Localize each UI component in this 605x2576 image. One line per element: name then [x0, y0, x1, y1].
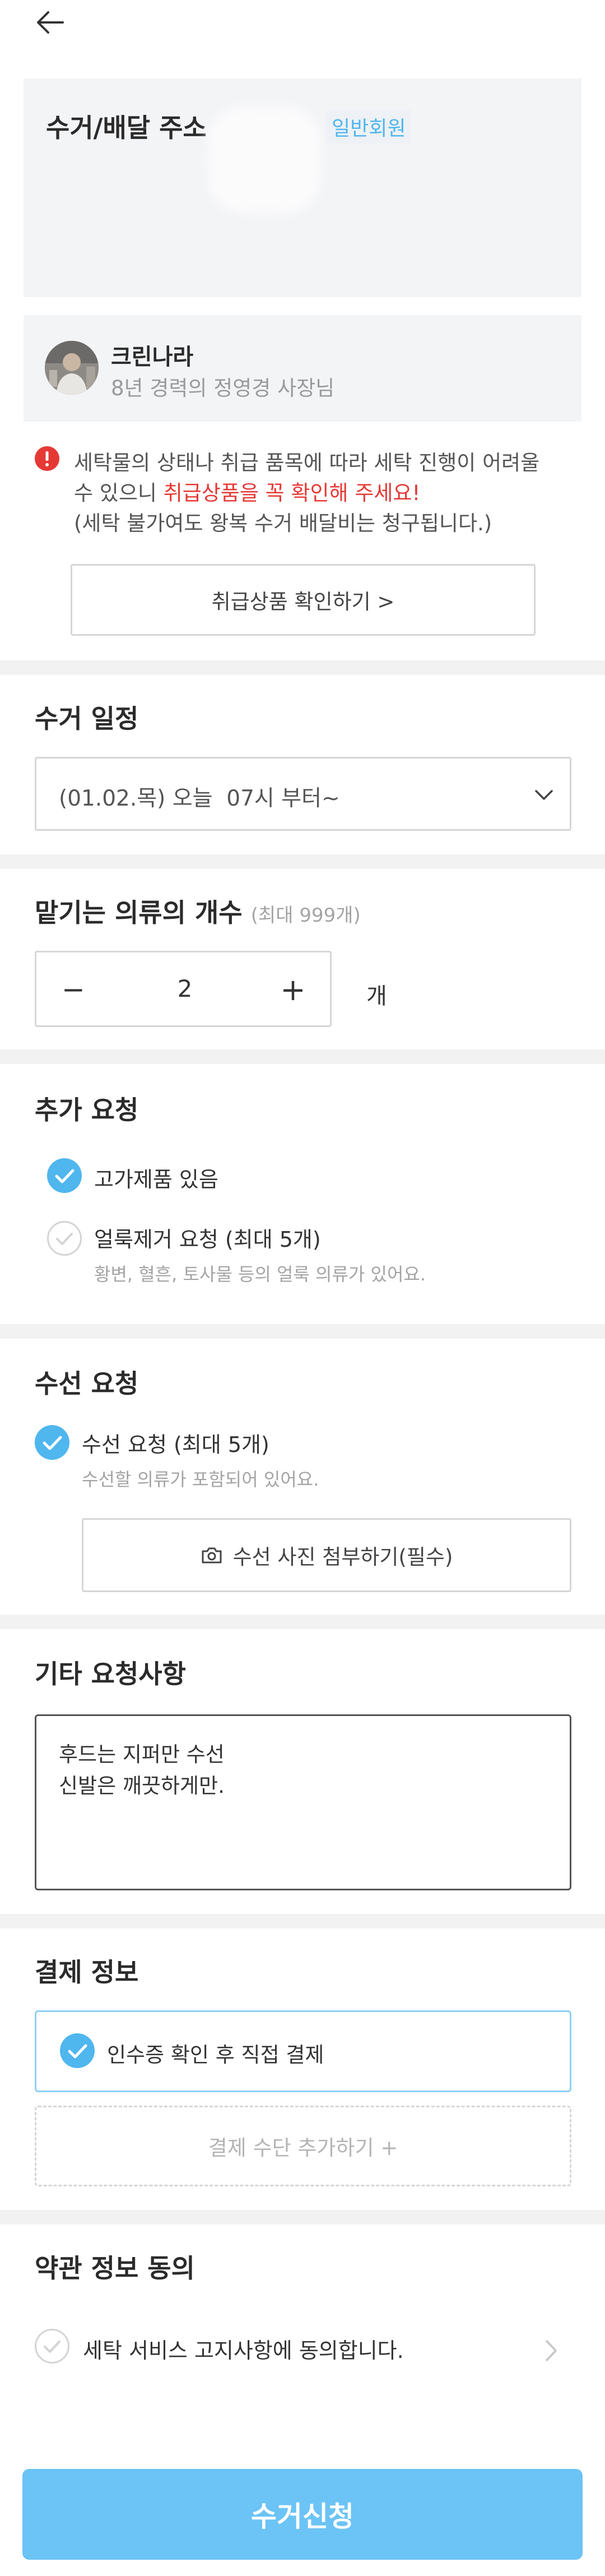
address-blur — [208, 107, 320, 213]
notice-line-2: 수 있으니 취급상품을 꼭 확인해 주세요! — [74, 476, 420, 506]
quantity-value[interactable]: 2 — [148, 975, 221, 1002]
shop-card: 크린나라 8년 경력의 정영경 사장님 — [24, 315, 581, 422]
divider — [0, 854, 605, 869]
divider — [0, 660, 605, 675]
avatar — [45, 341, 99, 395]
count-hint: (최대 999개) — [250, 904, 361, 927]
repair-title: 수선 요청 — [35, 1368, 139, 1399]
chevron-down-icon — [535, 790, 553, 800]
payment-method-label: 인수증 확인 후 직접 결제 — [107, 2043, 324, 2067]
divider — [0, 2210, 605, 2224]
notice-highlight: 취급상품을 꼭 확인해 주세요! — [163, 481, 421, 505]
payment-title: 결제 정보 — [35, 1957, 139, 1987]
count-title-row: 맡기는 의류의 개수 (최대 999개) — [35, 892, 361, 929]
notice-line-3: (세탁 불가여도 왕복 수거 배달비는 청구됩니다.) — [74, 511, 492, 535]
repair-photo-label: 수선 사진 첨부하기(필수) — [232, 1545, 453, 1569]
terms-agree-row[interactable]: 세탁 서비스 고지사항에 동의합니다. — [0, 2321, 605, 2383]
plus-icon: + — [280, 972, 306, 1007]
repair-checkbox[interactable] — [35, 1425, 69, 1460]
premium-item-label: 고가제품 있음 — [94, 1167, 218, 1192]
check-icon — [56, 1233, 73, 1245]
check-items-label: 취급상품 확인하기 > — [211, 590, 395, 614]
memo-title: 기타 요청사항 — [35, 1659, 186, 1689]
chevron-right-icon[interactable] — [542, 2337, 559, 2365]
memo-line-1: 후드는 지퍼만 수선 — [59, 1742, 225, 1766]
divider — [0, 1615, 605, 1629]
stain-removal-label: 얼룩제거 요청 (최대 5개) — [94, 1227, 321, 1252]
terms-title: 약관 정보 동의 — [35, 2253, 195, 2283]
notice-line-2-prefix: 수 있으니 — [74, 481, 164, 505]
address-card[interactable]: 수거/배달 주소 일반회원 — [24, 78, 581, 297]
divider — [0, 1914, 605, 1928]
back-button[interactable] — [28, 6, 73, 39]
submit-button[interactable]: 수거신청 — [22, 2469, 583, 2560]
stain-removal-checkbox[interactable] — [47, 1221, 82, 1256]
add-payment-label: 결제 수단 추가하기 + — [208, 2136, 398, 2160]
schedule-select[interactable]: (01.02.목) 오늘 07시 부터~ — [35, 757, 571, 831]
schedule-title: 수거 일정 — [35, 704, 139, 734]
repair-label: 수선 요청 (최대 5개) — [82, 1432, 269, 1457]
check-icon — [43, 1436, 62, 1450]
increase-button[interactable]: + — [267, 964, 319, 1015]
shop-name: 크린나라 — [111, 344, 194, 370]
check-icon — [44, 2341, 61, 2353]
memo-line-2: 신발은 깨끗하게만. — [59, 1774, 225, 1798]
submit-label: 수거신청 — [251, 2500, 354, 2533]
stain-removal-sub: 황변, 혈흔, 토사물 등의 얼룩 의류가 있어요. — [94, 1264, 426, 1285]
repair-photo-button[interactable]: 수선 사진 첨부하기(필수) — [82, 1518, 571, 1592]
camera-icon — [202, 1547, 222, 1564]
premium-item-checkbox[interactable] — [47, 1158, 82, 1193]
minus-icon: − — [62, 973, 85, 1006]
decrease-button[interactable]: − — [48, 964, 99, 1015]
count-unit: 개 — [366, 983, 387, 1009]
extra-title: 추가 요청 — [35, 1095, 139, 1125]
terms-agree-checkbox[interactable] — [35, 2329, 69, 2364]
divider — [0, 1324, 605, 1339]
divider — [0, 1049, 605, 1064]
check-items-button[interactable]: 취급상품 확인하기 > — [71, 564, 536, 636]
shop-subtitle: 8년 경력의 정영경 사장님 — [111, 376, 335, 400]
schedule-selected-value: (01.02.목) 오늘 07시 부터~ — [59, 786, 340, 811]
memo-textarea[interactable]: 후드는 지퍼만 수선 신발은 깨끗하게만. — [35, 1714, 571, 1890]
terms-agree-label: 세탁 서비스 고지사항에 동의합니다. — [83, 2338, 404, 2363]
quantity-stepper: − 2 + — [35, 951, 332, 1027]
notice-line-1: 세탁물의 상태나 취급 품목에 따라 세탁 진행이 어려울 — [74, 451, 540, 475]
count-title: 맡기는 의류의 개수 — [35, 898, 243, 928]
address-title: 수거/배달 주소 — [46, 113, 207, 143]
member-badge: 일반회원 — [326, 110, 412, 144]
repair-sub: 수선할 의류가 포함되어 있어요. — [82, 1469, 319, 1490]
check-icon — [55, 1169, 75, 1183]
check-icon — [68, 2044, 87, 2059]
add-payment-button[interactable]: 결제 수단 추가하기 + — [35, 2106, 571, 2186]
payment-method-check — [60, 2033, 95, 2068]
payment-method-option[interactable]: 인수증 확인 후 직접 결제 — [35, 2010, 571, 2092]
arrow-left-icon — [37, 11, 64, 34]
alert-icon — [35, 446, 59, 471]
